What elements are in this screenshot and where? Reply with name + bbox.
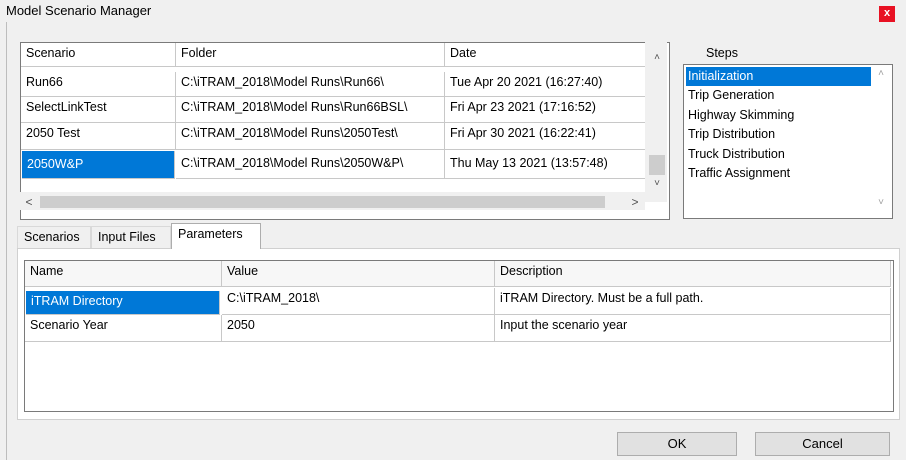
- list-item-step[interactable]: Highway Skimming: [686, 106, 871, 125]
- table-row-value-cell[interactable]: 2050: [222, 315, 495, 342]
- table-row-date-cell[interactable]: Thu May 13 2021 (13:57:48): [445, 150, 646, 179]
- steps-scroll-up-icon[interactable]: ˄: [874, 68, 888, 82]
- table-row-scenario-cell[interactable]: Run66: [21, 72, 176, 97]
- scroll-up-icon[interactable]: ˄: [649, 52, 665, 63]
- table-row-folder-cell[interactable]: C:\iTRAM_2018\Model Runs\Run66BSL\: [176, 97, 445, 123]
- list-item-step[interactable]: Trip Distribution: [686, 125, 871, 144]
- dialog-left-border: [6, 22, 7, 460]
- table-row-scenario-cell[interactable]: SelectLinkTest: [21, 97, 176, 123]
- steps-scroll-down-icon[interactable]: ˅: [874, 197, 888, 211]
- table-row-date-cell[interactable]: Fri Apr 30 2021 (16:22:41): [445, 123, 646, 150]
- column-header-folder[interactable]: Folder: [176, 43, 445, 67]
- column-header-date[interactable]: Date: [445, 43, 646, 67]
- window-title: Model Scenario Manager: [6, 3, 152, 18]
- table-row-scenario-cell[interactable]: 2050 Test: [21, 123, 176, 150]
- steps-label: Steps: [706, 46, 738, 60]
- table-row-date-cell[interactable]: Tue Apr 20 2021 (16:27:40): [445, 72, 646, 97]
- table-row-date-cell[interactable]: Fri Apr 23 2021 (17:16:52): [445, 97, 646, 123]
- table-row-folder-cell[interactable]: C:\iTRAM_2018\Model Runs\2050Test\: [176, 123, 445, 150]
- list-item-step[interactable]: Trip Generation: [686, 86, 871, 105]
- scenario-horizontal-scroll-thumb[interactable]: [40, 196, 605, 208]
- column-header-value[interactable]: Value: [222, 261, 495, 287]
- cancel-button[interactable]: Cancel: [755, 432, 890, 456]
- table-row-description-cell[interactable]: iTRAM Directory. Must be a full path.: [495, 288, 891, 315]
- table-row-folder-cell[interactable]: C:\iTRAM_2018\Model Runs\2050W&P\: [176, 150, 445, 179]
- scenario-vertical-scroll-thumb[interactable]: [649, 155, 665, 175]
- scroll-left-icon[interactable]: <: [22, 195, 36, 209]
- tab-scenarios[interactable]: Scenarios: [17, 226, 91, 248]
- scroll-right-icon[interactable]: >: [628, 195, 642, 209]
- list-item-step[interactable]: Truck Distribution: [686, 145, 871, 164]
- parameters-grid[interactable]: Name Value Description iTRAM Directory C…: [24, 260, 894, 412]
- list-item-step[interactable]: Traffic Assignment: [686, 164, 871, 183]
- scroll-down-icon[interactable]: ˅: [649, 178, 665, 189]
- tab-input-files[interactable]: Input Files: [91, 226, 171, 248]
- table-row-value-cell[interactable]: C:\iTRAM_2018\: [222, 288, 495, 315]
- close-button[interactable]: x: [879, 6, 895, 22]
- tab-parameters[interactable]: Parameters: [171, 223, 261, 249]
- table-row-description-cell[interactable]: Input the scenario year: [495, 315, 891, 342]
- list-item-step-selected[interactable]: Initialization: [686, 67, 871, 86]
- ok-button[interactable]: OK: [617, 432, 737, 456]
- column-header-description[interactable]: Description: [495, 261, 891, 287]
- column-header-scenario[interactable]: Scenario: [21, 43, 176, 67]
- table-row-scenario-cell-selected[interactable]: 2050W&P: [22, 151, 175, 179]
- table-row-name-cell[interactable]: Scenario Year: [25, 315, 222, 342]
- table-row-folder-cell[interactable]: C:\iTRAM_2018\Model Runs\Run66\: [176, 72, 445, 97]
- table-row-name-cell-selected[interactable]: iTRAM Directory: [26, 291, 220, 315]
- column-header-name[interactable]: Name: [25, 261, 222, 287]
- steps-list[interactable]: Initialization Trip Generation Highway S…: [683, 64, 893, 219]
